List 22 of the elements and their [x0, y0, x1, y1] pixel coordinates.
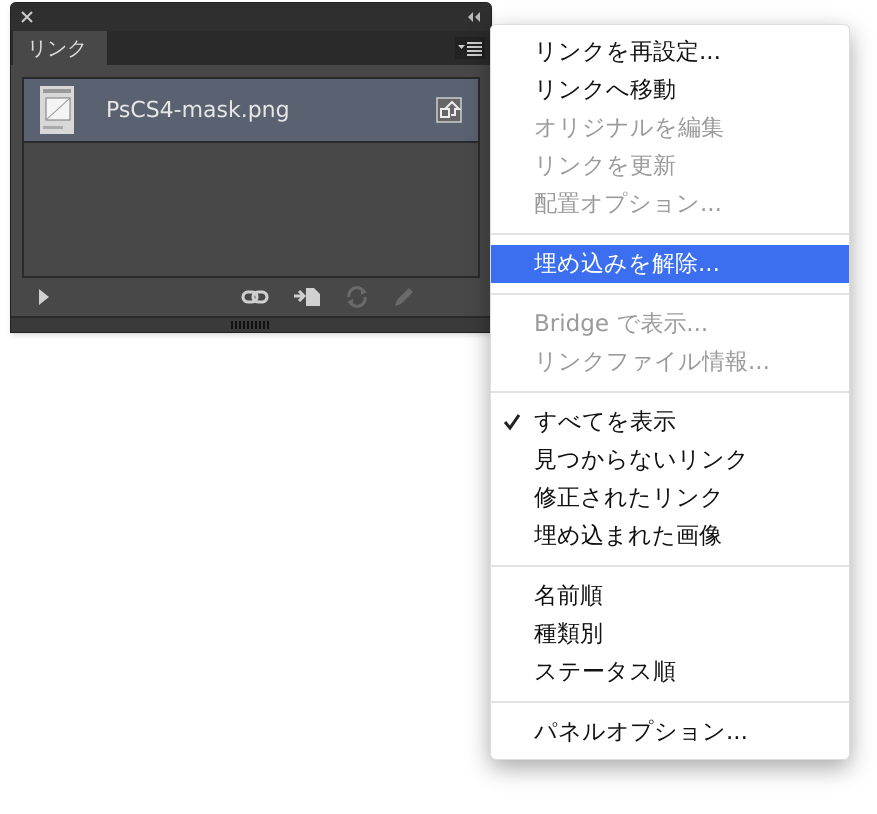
place-file-icon[interactable] [293, 286, 321, 308]
menu-item[interactable]: リンクへ移動 [491, 71, 849, 109]
file-name: PsCS4-mask.png [106, 96, 291, 124]
menu-item[interactable]: パネルオプション... [491, 713, 849, 751]
panel-tab[interactable]: リンク [13, 31, 107, 65]
thumbnail-icon [40, 86, 74, 134]
grip-icon[interactable] [231, 321, 271, 329]
collapse-icon[interactable] [467, 12, 481, 22]
menu-item[interactable]: 種類別 [491, 615, 849, 653]
menu-icon[interactable] [455, 37, 485, 59]
close-icon[interactable] [21, 11, 33, 23]
menu-item[interactable]: 埋め込みを解除... [491, 245, 849, 283]
menu-item[interactable]: リンクを再設定... [491, 33, 849, 71]
menu-item[interactable]: 見つからないリンク [491, 441, 849, 479]
menu-item[interactable]: すべてを表示 [491, 403, 849, 441]
link-row[interactable]: PsCS4-mask.png [24, 79, 478, 143]
menu-item[interactable]: 埋め込まれた画像 [491, 517, 849, 555]
expand-icon[interactable] [37, 287, 51, 307]
menu-item[interactable]: 修正されたリンク [491, 479, 849, 517]
menu-item[interactable]: 名前順 [491, 577, 849, 615]
menu-item[interactable]: ステータス順 [491, 653, 849, 691]
embedded-icon [436, 97, 462, 123]
